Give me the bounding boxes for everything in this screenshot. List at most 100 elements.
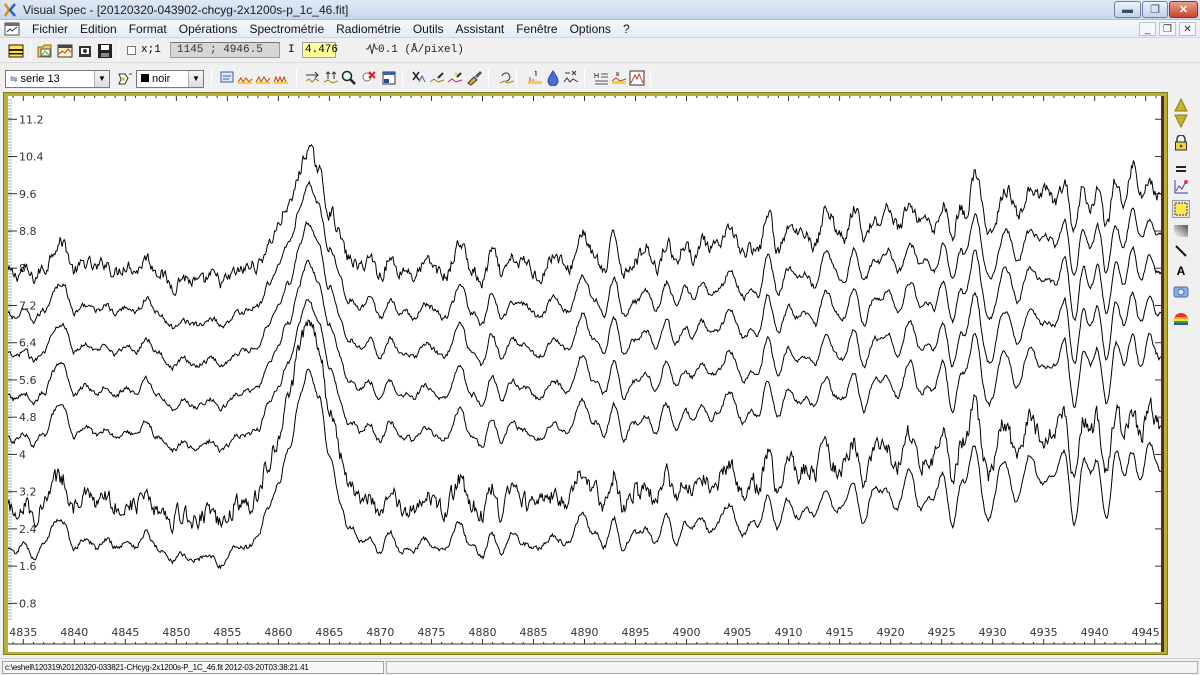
restore-icon: ❐ bbox=[1150, 4, 1160, 16]
close-icon: ✕ bbox=[1178, 4, 1189, 16]
y-tick-label: 5.6 bbox=[19, 374, 37, 387]
camera-icon[interactable] bbox=[1172, 282, 1190, 300]
equals-icon[interactable] bbox=[1172, 160, 1190, 178]
color-select[interactable]: noir ▼ bbox=[136, 70, 204, 88]
close-button[interactable]: ✕ bbox=[1169, 1, 1198, 18]
calibrate-icon[interactable] bbox=[526, 69, 544, 87]
menu-spectrometrie[interactable]: Spectrométrie bbox=[243, 22, 330, 36]
menu-options[interactable]: Options bbox=[564, 22, 617, 36]
x-tick-label: 4915 bbox=[826, 626, 854, 639]
pointer-color-icon[interactable] bbox=[115, 70, 133, 88]
normalize-icon[interactable] bbox=[562, 69, 580, 87]
intensity-label: I bbox=[288, 44, 295, 56]
lock-icon[interactable] bbox=[1172, 134, 1190, 152]
y-tick-label: 2.4 bbox=[19, 523, 37, 536]
rainbow-icon[interactable] bbox=[1172, 310, 1190, 328]
status-file-path: c:\eshell\120319\20120320-033821-CHcyg-2… bbox=[2, 661, 384, 674]
annotate-icon[interactable] bbox=[446, 69, 464, 87]
toolbar-separator bbox=[516, 69, 517, 87]
spectrum-chart[interactable]: 0.81.62.43.244.85.66.47.288.89.610.411.2… bbox=[8, 96, 1161, 652]
profile-list-icon[interactable] bbox=[236, 69, 254, 87]
y-tick-label: 9.6 bbox=[19, 188, 37, 201]
color-select-value: noir bbox=[152, 73, 171, 85]
graph-icon[interactable] bbox=[1172, 178, 1190, 196]
serie-select[interactable]: ⇋ serie 13 ▼ bbox=[5, 70, 110, 88]
text-icon[interactable]: A bbox=[1172, 262, 1190, 280]
open-series-icon[interactable] bbox=[76, 42, 94, 60]
menu-assistant[interactable]: Assistant bbox=[450, 22, 511, 36]
zoom-icon[interactable] bbox=[340, 69, 358, 87]
x-tick-label: 4905 bbox=[724, 626, 752, 639]
x-tick-label: 4945 bbox=[1132, 626, 1160, 639]
open-profile-icon[interactable] bbox=[56, 42, 74, 60]
coordinates-field: 1145 ; 4946.5 bbox=[170, 42, 280, 58]
toolbar-separator bbox=[584, 69, 585, 87]
menu-fichier[interactable]: Fichier bbox=[26, 22, 74, 36]
menu-edition[interactable]: Edition bbox=[74, 22, 123, 36]
plot-area[interactable]: 0.8 1.6 2.4 3.2 4 4.8 5.6 6.4 7.2 8 8.8 9.6 10.4 11.2… bbox=[8, 96, 1164, 652]
dispersion-icon bbox=[365, 42, 379, 58]
header-icon[interactable]: H bbox=[592, 69, 610, 87]
menu-radiometrie[interactable]: Radiométrie bbox=[330, 22, 407, 36]
dispersion-label: 0.1 (Å/pixel) bbox=[378, 44, 464, 56]
x-tick-label: 4845 bbox=[111, 626, 139, 639]
rectangle-icon[interactable] bbox=[1172, 200, 1190, 218]
minimize-button[interactable]: ▬ bbox=[1114, 1, 1141, 18]
title-bar: Visual Spec - [20120320-043902-chcyg-2x1… bbox=[0, 0, 1200, 20]
undo-icon[interactable] bbox=[498, 69, 516, 87]
gradient-icon[interactable] bbox=[1172, 222, 1190, 240]
toolbar-separator bbox=[402, 69, 403, 87]
menu-bar: Fichier Edition Format Opérations Spectr… bbox=[0, 20, 1200, 38]
chevron-down-icon[interactable]: ▼ bbox=[188, 71, 203, 87]
child-minimize-button[interactable]: _ bbox=[1139, 22, 1156, 36]
brush-icon[interactable] bbox=[466, 69, 484, 87]
x-tick-label: 4940 bbox=[1081, 626, 1109, 639]
menu-help[interactable]: ? bbox=[617, 22, 636, 36]
profile-multi-icon[interactable] bbox=[272, 69, 290, 87]
spectrum-window: 0.8 1.6 2.4 3.2 4 4.8 5.6 6.4 7.2 8 8.8 9.6 10.4 11.2… bbox=[3, 92, 1168, 655]
drop-icon[interactable] bbox=[544, 69, 562, 87]
x-tick-label: 4925 bbox=[928, 626, 956, 639]
document-icon[interactable] bbox=[4, 22, 20, 36]
x-tick-label: 4885 bbox=[519, 626, 547, 639]
line-icon[interactable] bbox=[1172, 242, 1190, 260]
x-tick-label: 4880 bbox=[468, 626, 496, 639]
svg-text:lil: lil bbox=[616, 72, 619, 78]
window-title: Visual Spec - [20120320-043902-chcyg-2x1… bbox=[23, 3, 349, 17]
child-close-button[interactable]: ✕ bbox=[1179, 22, 1196, 36]
menu-format[interactable]: Format bbox=[123, 22, 173, 36]
y-tick-label: 10.4 bbox=[19, 151, 44, 164]
menu-operations[interactable]: Opérations bbox=[173, 22, 244, 36]
add-profile-icon[interactable] bbox=[322, 69, 340, 87]
y-tick-label: 11.2 bbox=[19, 113, 44, 126]
scroll-down-icon[interactable] bbox=[1172, 112, 1190, 130]
delete-zoom-icon[interactable] bbox=[360, 69, 378, 87]
open-image-icon[interactable] bbox=[36, 42, 54, 60]
y-tick-label: 1.6 bbox=[19, 560, 37, 573]
properties-icon[interactable] bbox=[218, 69, 236, 87]
menu-outils[interactable]: Outils bbox=[407, 22, 450, 36]
toolbar-separator bbox=[650, 69, 651, 87]
x-tick-label: 4840 bbox=[60, 626, 88, 639]
cut-icon[interactable] bbox=[410, 69, 428, 87]
spectrum-icon[interactable]: lil bbox=[610, 69, 628, 87]
toolbar-separator bbox=[118, 42, 119, 60]
intensity-field[interactable]: 4.476 bbox=[302, 42, 338, 58]
frame-icon[interactable] bbox=[628, 69, 646, 87]
maximize-button[interactable]: ❐ bbox=[1142, 1, 1168, 18]
toolbar-separator bbox=[296, 69, 297, 87]
window-icon[interactable] bbox=[380, 69, 398, 87]
y-tick-label: 8.8 bbox=[19, 225, 37, 238]
spectrum-series-line bbox=[8, 143, 1161, 296]
save-icon[interactable] bbox=[96, 42, 114, 60]
shift-icon[interactable] bbox=[304, 69, 322, 87]
profile-overlay-icon[interactable] bbox=[254, 69, 272, 87]
draw-icon[interactable] bbox=[428, 69, 446, 87]
menu-fenetre[interactable]: Fenêtre bbox=[510, 22, 563, 36]
child-restore-button[interactable]: ❐ bbox=[1159, 22, 1176, 36]
toolbar-separator bbox=[30, 42, 31, 60]
layout-icon[interactable] bbox=[7, 42, 25, 60]
chevron-down-icon[interactable]: ▼ bbox=[94, 71, 109, 87]
xl-checkbox[interactable] bbox=[127, 46, 136, 55]
x-tick-label: 4900 bbox=[673, 626, 701, 639]
